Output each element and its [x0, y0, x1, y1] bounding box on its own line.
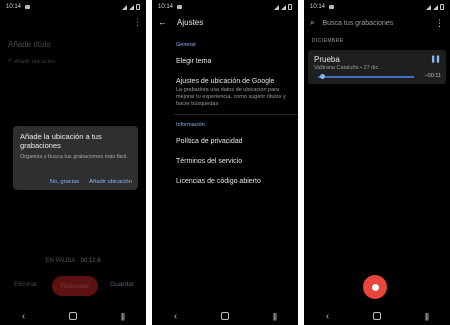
signal-icon: [433, 4, 438, 10]
theme-setting[interactable]: Elegir tema: [176, 58, 292, 65]
dialog-body: Organiza y busca tus grabaciones más fác…: [20, 154, 128, 160]
system-nav-bar: ‹ |||: [304, 307, 450, 325]
status-bar: 10:14: [0, 0, 146, 14]
delete-button[interactable]: Eliminar: [14, 281, 37, 288]
status-bar: 10:14: [152, 0, 298, 14]
notification-icon: [329, 5, 335, 9]
search-input[interactable]: Busca tus grabaciones: [322, 20, 393, 27]
notification-icon: [25, 5, 31, 9]
home-icon[interactable]: [69, 312, 78, 320]
signal-icon: [129, 4, 134, 10]
battery-icon: [288, 4, 292, 10]
location-pin-icon: ⌾: [8, 58, 12, 64]
dialog-title: Añade la ubicación a tus grabaciones: [20, 132, 102, 150]
settings-screen: 10:14 ← Ajustes General Elegir tema Ajus…: [152, 0, 298, 325]
recording-title: Prueba: [314, 55, 340, 64]
recording-meta: Vallirana Cataluña • 27 dic.: [314, 65, 380, 71]
battery-icon: [136, 4, 140, 10]
recorder-paused-screen: 10:14 ⋮ Añade título ⌾ Añadir ubicación …: [0, 0, 146, 325]
status-time: 10:14: [6, 4, 22, 10]
back-icon[interactable]: ‹: [174, 311, 177, 322]
divider: [174, 114, 298, 115]
recents-icon[interactable]: |||: [121, 312, 125, 321]
location-dialog: Añade la ubicación a tus grabaciones Org…: [13, 126, 138, 190]
title-input[interactable]: Añade título: [8, 40, 51, 49]
location-placeholder: Añadir ubicación: [14, 58, 55, 65]
record-dot-icon: [371, 283, 379, 291]
status-bar: 10:14: [304, 0, 450, 14]
home-icon[interactable]: [221, 312, 230, 320]
location-field[interactable]: ⌾ Añadir ubicación: [8, 58, 55, 65]
recents-icon[interactable]: |||: [273, 312, 277, 321]
dialog-dismiss-button[interactable]: No, gracias: [50, 179, 79, 185]
notification-icon: [177, 5, 183, 9]
progress-knob[interactable]: [320, 74, 326, 79]
back-arrow-icon[interactable]: ←: [158, 17, 167, 27]
progress-track[interactable]: [318, 76, 414, 78]
signal-icon: [281, 4, 286, 10]
recordings-list-screen: 10:14 ⌕ Busca tus grabaciones ⋮ DICIEMBR…: [304, 0, 450, 325]
location-setting-desc: La grabadora usa datos de ubicación para…: [176, 87, 286, 107]
search-bar[interactable]: ⌕ Busca tus grabaciones ⋮: [310, 16, 444, 30]
save-button[interactable]: Guardar: [110, 281, 134, 288]
recents-icon[interactable]: |||: [425, 312, 429, 321]
system-nav-bar: ‹ |||: [152, 307, 298, 325]
more-options-icon[interactable]: ⋮: [133, 17, 142, 28]
page-title: Ajustes: [177, 17, 204, 27]
section-info: Información: [176, 122, 205, 128]
paused-indicator: EN PAUSA 00:12.6: [0, 258, 146, 264]
back-icon[interactable]: ‹: [22, 311, 25, 322]
wifi-icon: [426, 4, 431, 10]
pause-icon[interactable]: ❚❚: [430, 55, 441, 63]
battery-icon: [440, 4, 444, 10]
wifi-icon: [122, 4, 127, 10]
home-icon[interactable]: [373, 312, 382, 320]
recording-card[interactable]: Prueba Vallirana Cataluña • 27 dic. ❚❚ −…: [308, 50, 446, 84]
system-nav-bar: ‹ |||: [0, 307, 146, 325]
elapsed-time: 00:12.6: [80, 258, 101, 264]
status-time: 10:14: [310, 4, 326, 10]
remaining-time: −00:11: [424, 73, 441, 79]
record-button[interactable]: [363, 275, 387, 299]
licenses-link[interactable]: Licencias de código abierto: [176, 178, 292, 185]
wifi-icon: [274, 4, 279, 10]
dialog-confirm-button[interactable]: Añadir ubicación: [89, 179, 132, 185]
resume-button[interactable]: Reanudar: [52, 276, 98, 296]
more-options-icon[interactable]: ⋮: [435, 18, 444, 29]
status-time: 10:14: [158, 4, 174, 10]
back-icon[interactable]: ‹: [326, 311, 329, 322]
month-header: DICIEMBRE: [312, 38, 344, 44]
terms-link[interactable]: Términos del servicio: [176, 158, 292, 165]
location-setting[interactable]: Ajustes de ubicación de Google La grabad…: [176, 78, 292, 108]
privacy-link[interactable]: Política de privacidad: [176, 138, 292, 145]
section-general: General: [176, 42, 196, 48]
location-setting-title: Ajustes de ubicación de Google: [176, 78, 275, 85]
paused-label: EN PAUSA: [45, 258, 75, 264]
search-icon: ⌕: [310, 18, 315, 27]
